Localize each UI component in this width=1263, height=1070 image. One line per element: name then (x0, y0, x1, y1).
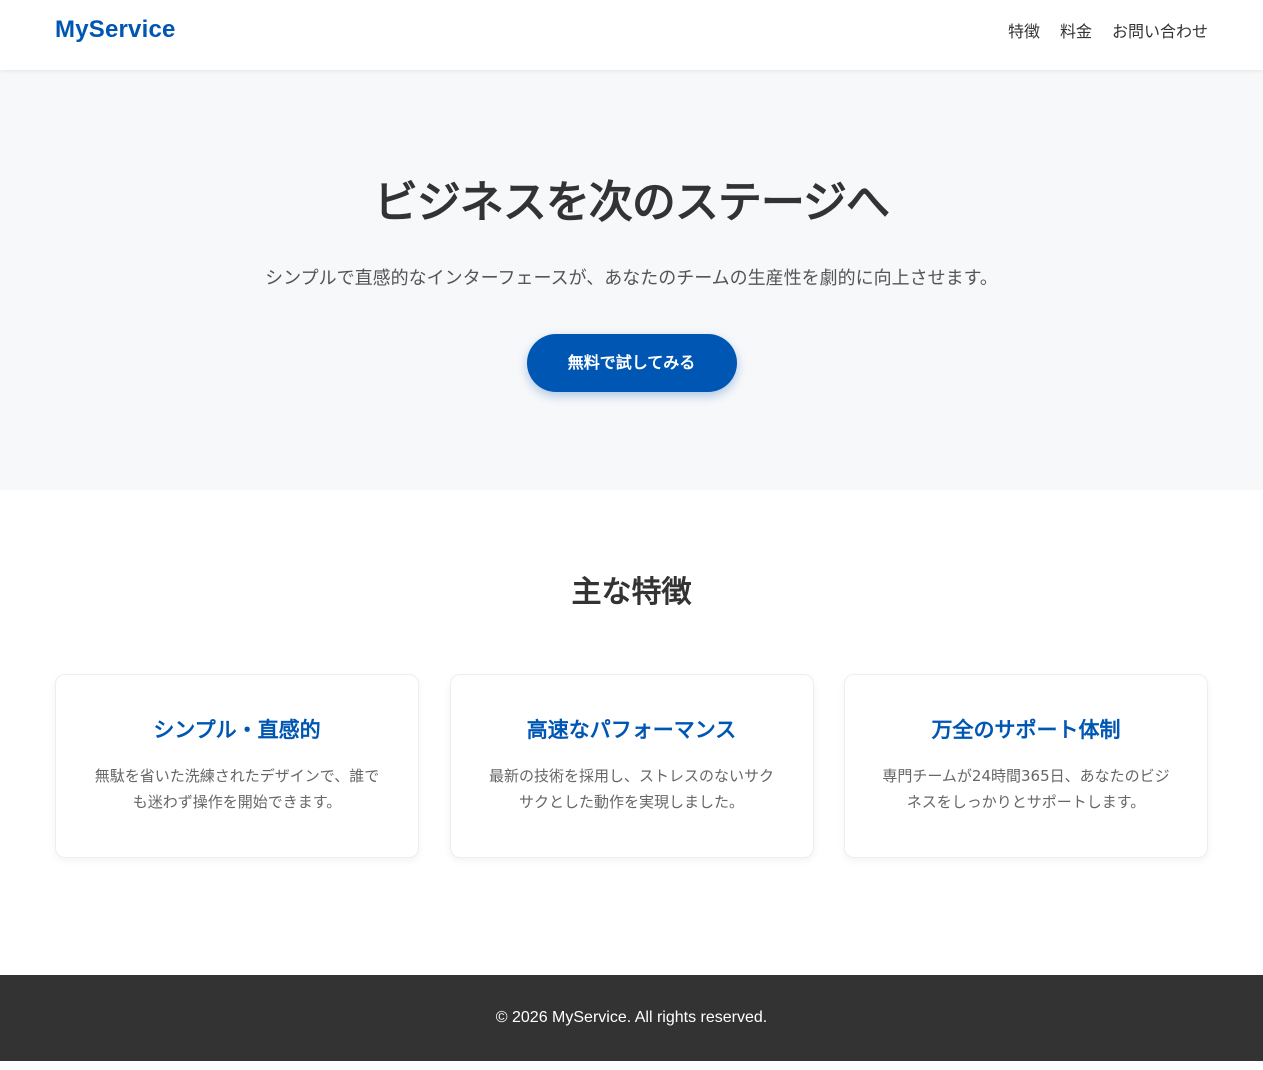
feature-card-text: 無駄を省いた洗練されたデザインで、誰でも迷わず操作を開始できます。 (94, 767, 380, 811)
feature-cards: シンプル・直感的 無駄を省いた洗練されたデザインで、誰でも迷わず操作を開始できま… (55, 674, 1208, 858)
logo-link[interactable]: MyService (55, 16, 176, 44)
features-section: 主な特徴 シンプル・直感的 無駄を省いた洗練されたデザインで、誰でも迷わず操作を… (0, 490, 1263, 975)
site-header: MyService 特徴 料金 お問い合わせ (0, 0, 1263, 70)
feature-card-title: 万全のサポート体制 (931, 718, 1121, 742)
feature-card-title: 高速なパフォーマンス (526, 718, 737, 742)
feature-card-text: 専門チームが24時間365日、あなたのビジネスをしっかりとサポートします。 (882, 767, 1170, 811)
copyright-text: © 2026 MyService. All rights reserved. (495, 1009, 768, 1026)
main-nav: 特徴 料金 お問い合わせ (1008, 18, 1208, 42)
feature-card-text: 最新の技術を採用し、ストレスのないサクサクとした動作を実現しました。 (488, 767, 774, 811)
feature-card-title: シンプル・直感的 (153, 718, 321, 742)
feature-card-simple: シンプル・直感的 無駄を省いた洗練されたデザインで、誰でも迷わず操作を開始できま… (55, 674, 419, 858)
header-inner: MyService 特徴 料金 お問い合わせ (55, 0, 1208, 70)
features-title: 主な特徴 (571, 575, 692, 610)
nav-link-features[interactable]: 特徴 (1008, 18, 1040, 42)
nav-link-pricing[interactable]: 料金 (1060, 18, 1092, 42)
nav-link-contact[interactable]: お問い合わせ (1112, 18, 1208, 42)
feature-card-support: 万全のサポート体制 専門チームが24時間365日、あなたのビジネスをしっかりとサ… (844, 674, 1208, 858)
hero-subtitle: シンプルで直感的なインターフェースが、あなたのチームの生産性を劇的に向上させます… (265, 268, 998, 289)
hero-section: ビジネスを次のステージへ シンプルで直感的なインターフェースが、あなたのチームの… (0, 70, 1263, 490)
site-footer: © 2026 MyService. All rights reserved. (0, 975, 1263, 1061)
free-trial-button[interactable]: 無料で試してみる (526, 334, 737, 392)
hero-title: ビジネスを次のステージへ (373, 177, 890, 228)
feature-card-performance: 高速なパフォーマンス 最新の技術を採用し、ストレスのないサクサクとした動作を実現… (449, 674, 814, 858)
